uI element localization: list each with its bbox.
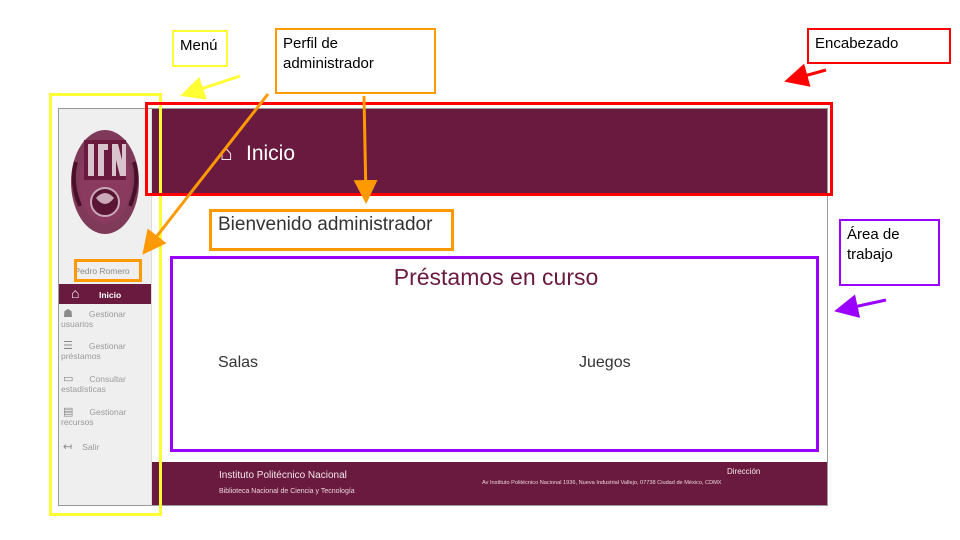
profile-arrow-down [353, 95, 378, 204]
header-arrow [784, 63, 827, 87]
profile-arrow-diagonal [142, 93, 270, 255]
annotation-arrows [142, 63, 887, 318]
work-area-arrow [834, 294, 887, 318]
menu-arrow [180, 74, 241, 100]
